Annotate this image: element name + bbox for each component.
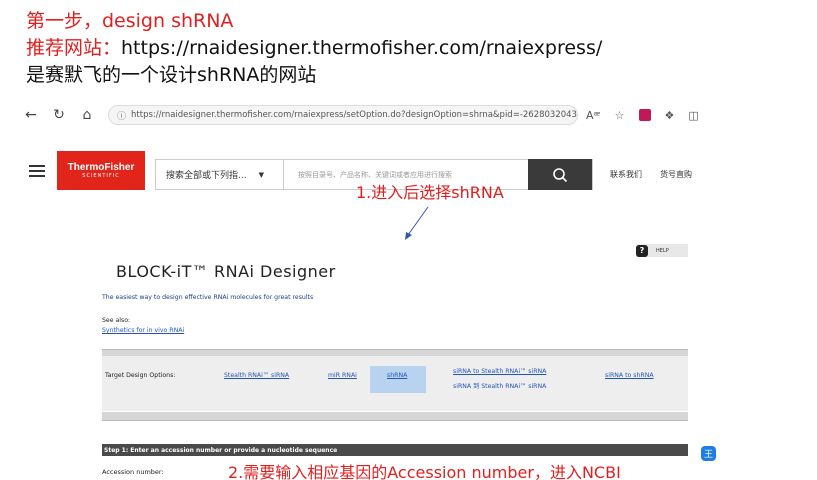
- browser-toolbar: ← ↻ ⌂ ⓘ https://rnaidesigner.thermofishe…: [20, 100, 720, 130]
- option-mirna[interactable]: miR RNAi: [328, 372, 357, 379]
- annotation-accession-number: 2.需要输入相应基因的Accession number，进入NCBI: [228, 463, 621, 480]
- thermofisher-logo[interactable]: ThermoFisher SCIENTIFIC: [57, 151, 145, 190]
- back-icon[interactable]: ←: [20, 104, 42, 126]
- extension-icon[interactable]: [638, 109, 651, 121]
- options-top-strip: [102, 349, 688, 356]
- option-stealth-sirna[interactable]: Stealth RNAi™ siRNA: [224, 372, 289, 379]
- quick-order-link[interactable]: 货号直购: [660, 169, 692, 180]
- target-options-label: Target Design Options:: [105, 372, 176, 379]
- annotation-arrow-icon: [405, 206, 429, 240]
- logo-subtext: SCIENTIFIC: [82, 173, 120, 179]
- options-bottom-strip: [102, 412, 688, 421]
- split-screen-icon[interactable]: ◫: [688, 109, 698, 122]
- search-input[interactable]: 按照目录号、产品名称、关键词或者应用进行搜索: [284, 170, 528, 180]
- favorite-star-icon[interactable]: ☆: [615, 109, 625, 122]
- help-icon: ?: [636, 244, 648, 257]
- search-icon: [553, 167, 568, 182]
- site-url: https://rnaidesigner.thermofisher.com/rn…: [121, 37, 603, 59]
- search-category-select[interactable]: 搜索全部或下列指... ▼: [156, 160, 284, 189]
- step1-header: Step 1: Enter an accession number or pro…: [102, 444, 688, 456]
- annotation-select-shrna: 1.进入后选择shRNA: [356, 183, 504, 202]
- option-sirna-to-stealth[interactable]: siRNA to Stealth RNAi™ siRNA: [453, 368, 546, 375]
- home-icon[interactable]: ⌂: [76, 104, 98, 126]
- help-button[interactable]: ? HELP: [636, 244, 688, 257]
- see-also-label: See also:: [102, 317, 131, 324]
- target-design-options: Target Design Options: Stealth RNAi™ siR…: [102, 356, 688, 411]
- address-bar[interactable]: ⓘ https://rnaidesigner.thermofisher.com/…: [108, 105, 578, 125]
- logo-text: ThermoFisher: [67, 162, 135, 173]
- search-button[interactable]: [528, 159, 592, 190]
- option-sirna-to-stealth-cn[interactable]: siRNA 到 Stealth RNAi™ siRNA: [453, 381, 546, 390]
- translate-badge-icon[interactable]: 王: [701, 446, 716, 461]
- extensions-puzzle-icon[interactable]: ❖: [665, 109, 675, 122]
- site-info-icon[interactable]: ⓘ: [117, 109, 126, 122]
- browser-action-icons: Aᵆ ☆ ❖ ◫: [586, 109, 699, 122]
- reload-icon[interactable]: ↻: [48, 104, 70, 126]
- contact-us-link[interactable]: 联系我们: [610, 169, 642, 180]
- designer-title: BLOCK-iT™ RNAi Designer: [116, 262, 336, 281]
- designer-tagline: The easiest way to design effective RNAi…: [102, 294, 314, 301]
- slide-title: 第一步，design shRNA: [26, 10, 234, 32]
- slide-description: 是赛默飞的一个设计shRNA的网站: [26, 64, 317, 86]
- help-label: HELP: [656, 247, 669, 254]
- read-aloud-icon[interactable]: Aᵆ: [586, 109, 601, 122]
- see-also-link[interactable]: Synthetics for in vivo RNAi: [102, 327, 184, 334]
- search-category-value: 搜索全部或下列指...: [166, 171, 247, 181]
- chevron-down-icon: ▼: [258, 170, 264, 179]
- address-text: https://rnaidesigner.thermofisher.com/rn…: [131, 110, 578, 120]
- option-sirna-to-shrna[interactable]: siRNA to shRNA: [605, 372, 654, 379]
- site-label: 推荐网站：: [26, 37, 122, 59]
- option-shrna[interactable]: shRNA: [370, 366, 426, 393]
- menu-icon[interactable]: [29, 165, 45, 177]
- recommended-site-line: 推荐网站：https://rnaidesigner.thermofisher.c…: [26, 37, 602, 60]
- accession-number-label: Accession number:: [102, 468, 164, 476]
